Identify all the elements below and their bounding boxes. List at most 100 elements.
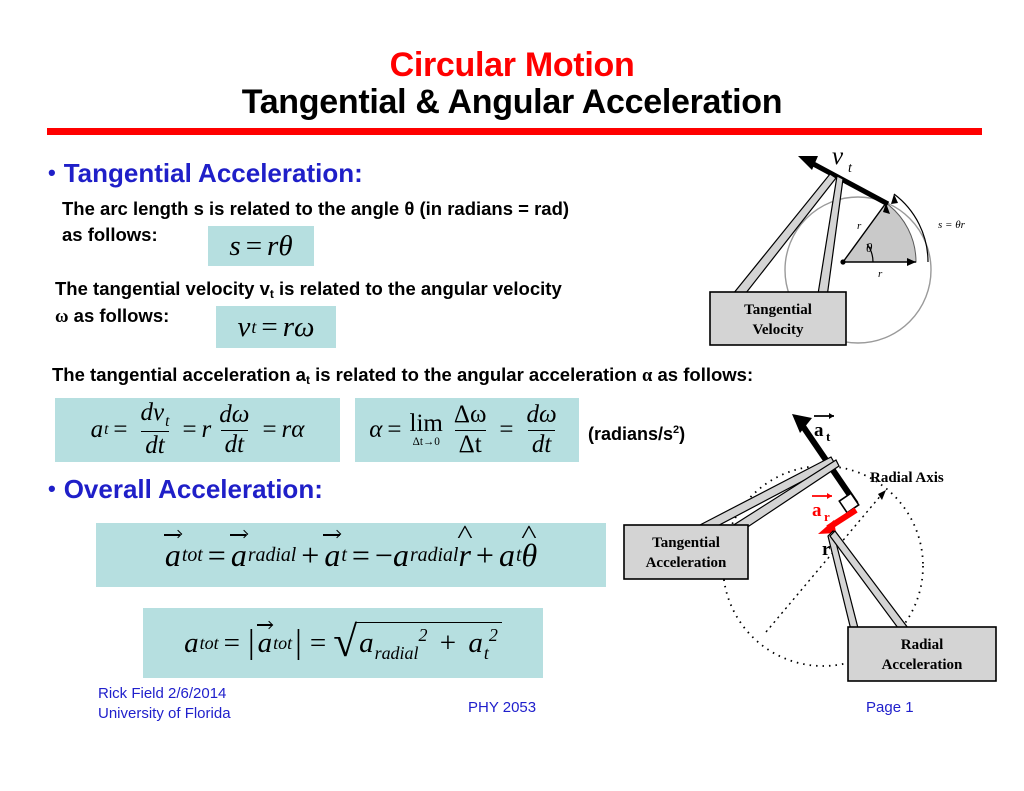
- eq-ta-equals-1: =: [113, 416, 128, 443]
- eq-tv-r: r: [282, 310, 295, 343]
- eq-alpha-frac1-delta-omega: Δω: [453, 401, 487, 429]
- footer-course: PHY 2053: [468, 699, 537, 716]
- paragraph-tangential-velocity-line1: The tangential velocity vt is related to…: [55, 276, 562, 303]
- eq-mag-a3: a: [359, 627, 374, 660]
- callout-ra-line1: Radial: [901, 637, 944, 653]
- eq-mag-bar-left: |: [247, 624, 255, 661]
- paragraph-arc-length-line2: as follows:: [62, 224, 158, 245]
- heading-overall-acceleration-label: Overall Acceleration:: [63, 474, 323, 504]
- heading-tangential-acceleration: • Tangential Acceleration:: [48, 158, 363, 189]
- eq-alpha-frac2-den: dt: [527, 429, 556, 458]
- eq-alpha-frac1-delta-t: Δt: [458, 430, 482, 458]
- eq-mag-equals-2: =: [309, 626, 327, 659]
- paragraph-tv-omega: ω: [55, 307, 69, 327]
- label-r: r: [822, 539, 831, 560]
- eq-atot-a3: a: [323, 534, 341, 573]
- eq-ta-a: a: [90, 416, 104, 443]
- paragraph-arc-length-line1: The arc length s is related to the angle…: [62, 198, 570, 219]
- equation-arc-length: s = r θ: [208, 226, 314, 266]
- eq-alpha-equals-1: =: [387, 416, 402, 443]
- paragraph-tv-a: The tangential velocity v: [55, 278, 270, 299]
- eq-atot-plus-1: +: [301, 536, 320, 573]
- eq-ta-frac1-den: dt: [141, 431, 169, 460]
- eq-ta-fraction-1: dvt dt: [137, 400, 174, 459]
- label-radial-axis: Radial Axis: [870, 470, 944, 486]
- equation-angular-acceleration-limit: α = lim Δt→0 Δω Δt = dω dt: [355, 398, 579, 462]
- eq-alpha-frac2-den-t: t: [544, 430, 552, 458]
- eq-alpha-frac1-num: Δω: [450, 402, 491, 429]
- eq-atot-vec-a2: a: [229, 534, 247, 574]
- callout-tv-line2: Velocity: [752, 322, 804, 338]
- overall-acceleration-figure: Tangential Acceleration Radial Accelerat…: [623, 413, 997, 682]
- callout-ta-line1: Tangential: [652, 535, 720, 551]
- paragraph-tv-b: is related to the angular velocity: [273, 278, 562, 299]
- eq-mag-sub1: tot: [199, 632, 219, 653]
- eq-alpha-frac2-den-d: d: [531, 430, 545, 458]
- eq-ta-alpha: α: [291, 416, 305, 443]
- eq-mag-sub2: tot: [273, 632, 293, 653]
- callout-ra-line2: Acceleration: [882, 657, 963, 673]
- paragraph-ta-alpha: α: [642, 366, 653, 386]
- label-at-vector-head: [829, 413, 834, 419]
- eq-ta-equals-3: =: [262, 416, 277, 443]
- eq-atot-vec-a3: a: [323, 534, 341, 574]
- eq-mag-vec-a2: a: [256, 624, 272, 660]
- equation-total-acceleration-vector: atot = aradial + at = −aradialr + atθ: [96, 523, 606, 587]
- label-at-group: a t: [814, 413, 834, 444]
- radial-axis-arrowhead: [878, 490, 886, 500]
- paragraph-tangential-velocity-line2: ω as follows:: [55, 303, 169, 331]
- label-ar-sub: r: [824, 509, 830, 524]
- title-divider-rule: [47, 128, 982, 135]
- callout-tv-line1: Tangential: [744, 302, 812, 318]
- slide-canvas: Circular Motion Tangential & Angular Acc…: [0, 0, 1024, 791]
- eq-ta-frac1-den-t: t: [157, 432, 165, 460]
- eq-ta-r: r: [201, 416, 212, 443]
- paragraph-tv-rest: as follows:: [68, 305, 170, 326]
- radical-icon: √: [333, 618, 358, 667]
- eq-alpha-lim-text: lim: [409, 410, 443, 438]
- eq-alpha-frac2-num: dω: [523, 402, 561, 429]
- eq-atot-a5: a: [498, 536, 515, 573]
- eq-mag-sub4: t: [483, 642, 489, 663]
- bullet-icon: •: [48, 160, 56, 185]
- eq-mag-sub3: radial: [374, 642, 419, 663]
- label-vt: v: [832, 143, 844, 170]
- eq-ta-frac2-den: dt: [220, 429, 249, 458]
- eq-atot-r-hat: r: [458, 537, 470, 574]
- label-theta: θ: [866, 240, 873, 255]
- label-ar: a: [812, 500, 822, 521]
- label-at-sub: t: [826, 429, 831, 444]
- eq-ta-frac1-d: d: [140, 399, 154, 427]
- eq-ta-frac2-num: dω: [215, 402, 253, 429]
- footer-author-line2: University of Florida: [98, 705, 231, 723]
- eq-atot-sub1: tot: [181, 543, 203, 566]
- eq-arc-s: s: [229, 229, 241, 262]
- label-radius-1: r: [857, 220, 862, 232]
- eq-mag-bar-right: |: [295, 624, 302, 661]
- eq-alpha-equals-2: =: [499, 416, 514, 443]
- center-dot: [840, 259, 846, 265]
- heading-tangential-acceleration-label: Tangential Acceleration:: [63, 158, 363, 188]
- equation-tangential-velocity: vt = r ω: [216, 306, 336, 348]
- footer-author: Rick Field 2/6/2014 University of Florid…: [98, 684, 231, 725]
- equation-tangential-acceleration: at = dvt dt = r dω dt = rα: [55, 398, 340, 462]
- eq-ta-frac2-den-d: d: [224, 430, 238, 458]
- eq-mag-plus: +: [439, 627, 457, 660]
- eq-arc-equals: =: [245, 229, 263, 262]
- footer-page-number: Page 1: [866, 699, 914, 716]
- paragraph-ta-c: as follows:: [652, 364, 754, 385]
- paragraph-ta-a: The tangential acceleration a: [52, 364, 306, 385]
- eq-tv-v: v: [237, 310, 251, 343]
- paragraph-tangential-acceleration: The tangential acceleration at is relate…: [52, 362, 753, 390]
- eq-alpha-frac2-omega: ω: [539, 401, 557, 429]
- eq-atot-equals-2: =: [351, 536, 370, 573]
- eq-alpha-frac1-den: Δt: [454, 429, 486, 458]
- eq-tv-equals: =: [261, 310, 278, 343]
- label-radius-2: r: [878, 268, 883, 280]
- paragraph-ta-b: is related to the angular acceleration: [309, 364, 643, 385]
- eq-mag-sup4: 2: [488, 625, 498, 646]
- eq-atot-minus: −: [374, 536, 393, 573]
- arc-arrowhead: [891, 194, 898, 204]
- heading-overall-acceleration: • Overall Acceleration:: [48, 474, 323, 505]
- eq-ta-frac1-num: dvt: [137, 400, 174, 431]
